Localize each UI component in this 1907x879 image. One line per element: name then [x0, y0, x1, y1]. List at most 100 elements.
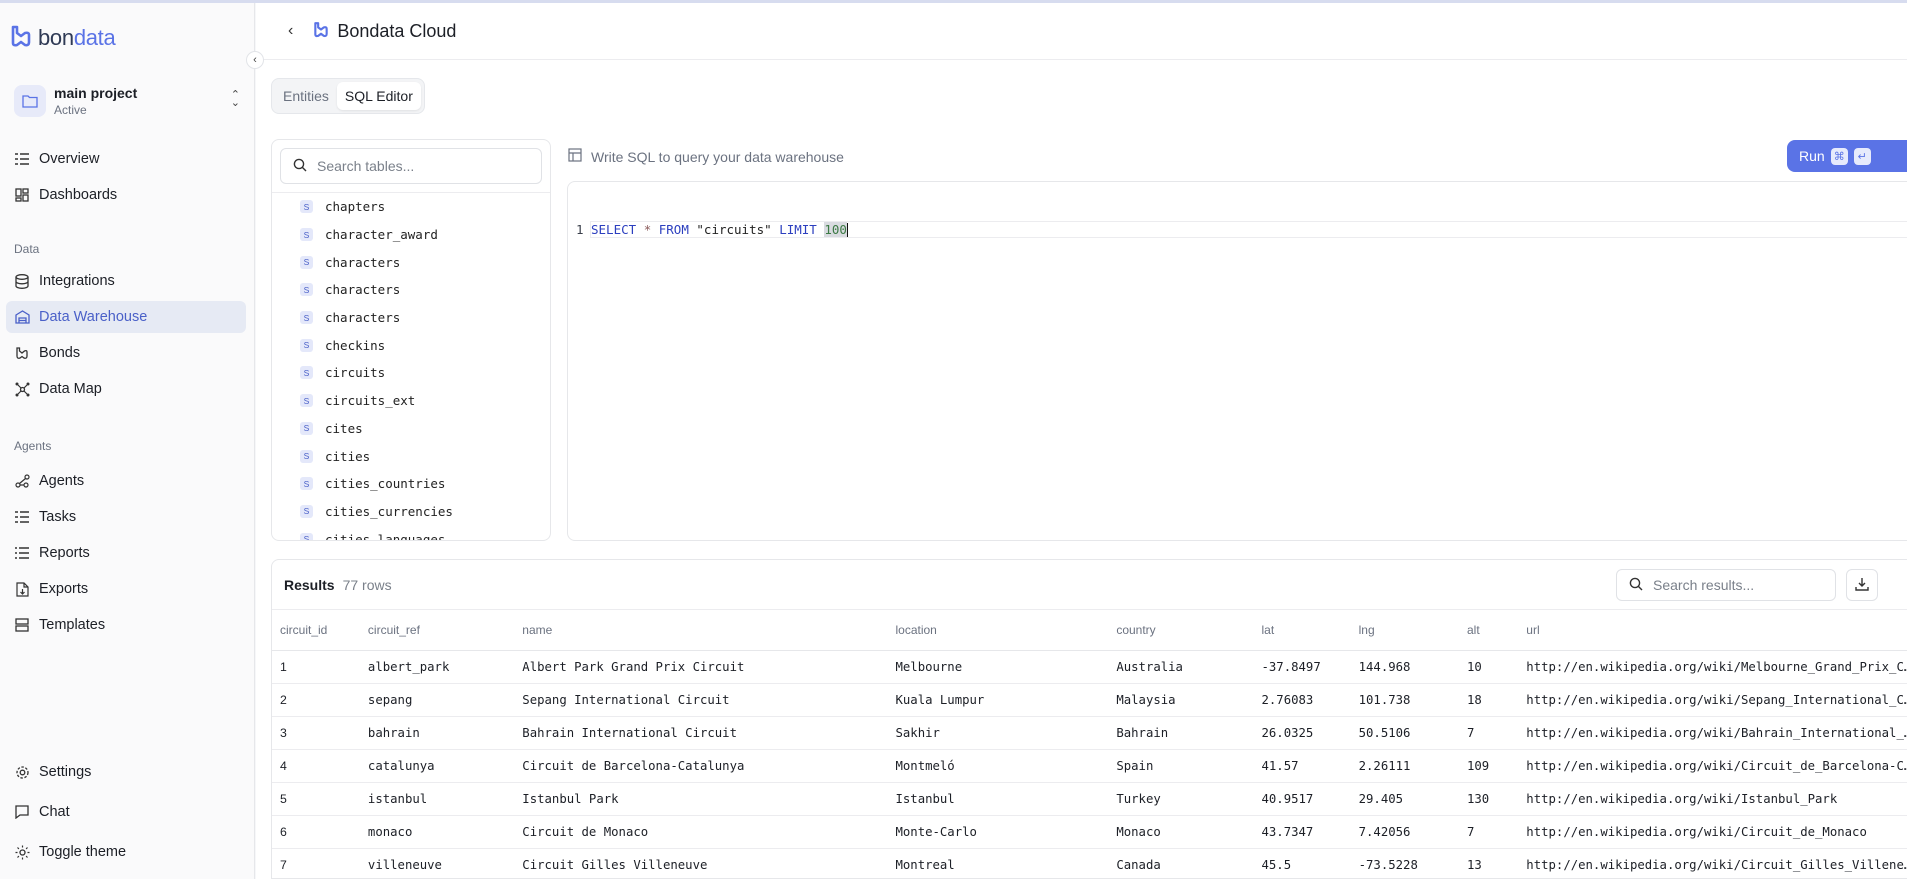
sidebar-item-bonds[interactable]: Bonds: [6, 337, 246, 369]
sql-number: 100: [824, 222, 847, 237]
sidebar-item-reports[interactable]: Reports: [6, 537, 246, 569]
table-list-item[interactable]: Scharacters: [272, 304, 550, 332]
tables-panel: SchaptersScharacter_awardScharactersScha…: [271, 139, 551, 541]
table-list-item[interactable]: Scircuits_ext: [272, 387, 550, 415]
sidebar-item-data-warehouse[interactable]: Data Warehouse: [6, 301, 246, 333]
project-name: main project: [54, 85, 138, 101]
sidebar-item-overview[interactable]: Overview: [6, 143, 246, 175]
page-title: Bondata Cloud: [337, 20, 457, 41]
table-list-item[interactable]: Scities_countries: [272, 470, 550, 498]
project-switcher[interactable]: main project Active ⌃ ⌄: [8, 77, 246, 125]
sidebar-item-settings[interactable]: Settings: [6, 756, 246, 788]
table-cell: 1: [272, 650, 360, 684]
database-icon: [14, 273, 30, 289]
sql-operator: *: [643, 222, 652, 237]
sidebar-item-label: Integrations: [39, 273, 115, 289]
table-cell: http://en.wikipedia.org/wiki/Circuit_de_…: [1518, 815, 1907, 849]
table-cell: http://en.wikipedia.org/wiki/Circuit_Gil…: [1518, 848, 1907, 878]
table-list: Schapters Scharacter_award Scharacters Scha…: [272, 192, 550, 540]
table-list-item[interactable]: Schapters: [272, 193, 550, 221]
reports-icon: [14, 545, 30, 561]
table-cell: http://en.wikipedia.org/wiki/Bahrain_Int…: [1518, 716, 1907, 750]
table-row[interactable]: 5 istanbul Istanbul Park Istanbul Turkey 40.9…: [272, 782, 1907, 816]
table-cell: albert_park: [359, 650, 515, 684]
column-header[interactable]: name: [514, 610, 888, 651]
column-header[interactable]: lng: [1350, 610, 1459, 651]
code-line[interactable]: 1 SELECT * FROM "circuits" LIMIT 100: [576, 221, 1907, 238]
column-header[interactable]: alt: [1459, 610, 1519, 651]
column-header[interactable]: circuit_id: [272, 610, 360, 651]
schema-badge-icon: S: [300, 255, 313, 269]
table-name: characters: [325, 282, 401, 298]
sidebar-item-data-map[interactable]: Data Map: [6, 373, 246, 405]
table-cell: Bahrain International Circuit: [514, 716, 888, 750]
results-search-input[interactable]: [1653, 577, 1823, 593]
tasks-icon: [14, 509, 30, 525]
column-header[interactable]: location: [887, 610, 1109, 651]
agents-icon: [14, 473, 30, 489]
sidebar-item-integrations[interactable]: Integrations: [6, 265, 246, 297]
table-name: circuits: [325, 365, 386, 381]
run-button[interactable]: Run ⌘ ↵: [1787, 140, 1907, 172]
table-cell: Sakhir: [887, 716, 1109, 750]
download-icon: [1855, 577, 1869, 594]
table-cell: Canada: [1108, 848, 1254, 878]
table-row[interactable]: 3 bahrain Bahrain International Circuit Sak…: [272, 716, 1907, 750]
column-header[interactable]: lat: [1253, 610, 1351, 651]
column-header[interactable]: country: [1108, 610, 1254, 651]
schema-badge-icon: S: [300, 449, 313, 463]
sidebar-item-label: Bonds: [39, 345, 81, 361]
table-row[interactable]: 7 villeneuve Circuit Gilles Villeneuve Mont…: [272, 848, 1907, 878]
table-cell: Sepang International Circuit: [514, 683, 888, 717]
sidebar-item-dashboards[interactable]: Dashboards: [6, 179, 246, 211]
sun-icon: [14, 844, 30, 860]
column-header[interactable]: url: [1518, 610, 1907, 651]
table-list-item[interactable]: Scharacters: [272, 248, 550, 276]
schema-badge-icon: S: [300, 228, 313, 242]
table-list-item[interactable]: Scircuits: [272, 359, 550, 387]
view-tabs: Entities SQL Editor: [271, 78, 425, 114]
table-row[interactable]: 6 monaco Circuit de Monaco Monte-Carlo Monac…: [272, 815, 1907, 849]
table-cell: Circuit de Monaco: [514, 815, 888, 849]
table-list-item[interactable]: Scharacter_award: [272, 221, 550, 249]
column-header[interactable]: circuit_ref: [359, 610, 515, 651]
tab-sql-editor[interactable]: SQL Editor: [336, 82, 421, 110]
network-icon: [14, 381, 30, 397]
table-list-item[interactable]: Scities_currencies: [272, 498, 550, 526]
table-cell: Melbourne: [887, 650, 1109, 684]
table-cell: 7: [1459, 716, 1519, 750]
command-key-icon: ⌘: [1830, 147, 1848, 165]
table-list-item[interactable]: Scities: [272, 442, 550, 470]
sidebar-item-agents[interactable]: Agents: [6, 465, 246, 497]
table-cell: Monaco: [1108, 815, 1254, 849]
editor-hint: Write SQL to query your data warehouse: [568, 148, 844, 165]
sidebar-item-exports[interactable]: Exports: [6, 573, 246, 605]
table-cell: 2: [272, 683, 360, 717]
table-row[interactable]: 2 sepang Sepang International Circuit Kuala…: [272, 683, 1907, 717]
table-row[interactable]: 1 albert_park Albert Park Grand Prix Circu…: [272, 650, 1907, 684]
table-cell: 2.76083: [1253, 683, 1351, 717]
collapse-sidebar-button[interactable]: ‹: [246, 51, 264, 69]
sidebar-item-tasks[interactable]: Tasks: [6, 501, 246, 533]
table-cell: 26.0325: [1253, 716, 1351, 750]
list-icon: [14, 151, 30, 167]
sidebar-item-toggle-theme[interactable]: Toggle theme: [6, 836, 246, 868]
sidebar-item-chat[interactable]: Chat: [6, 796, 246, 828]
logo[interactable]: bondata: [10, 24, 116, 51]
back-button[interactable]: ‹: [288, 22, 293, 40]
sql-editor[interactable]: 1 SELECT * FROM "circuits" LIMIT 100: [567, 181, 1907, 541]
table-row[interactable]: 4 catalunya Circuit de Barcelona-Catalunya…: [272, 749, 1907, 783]
table-cell: 7: [272, 848, 360, 878]
sidebar-item-label: Agents: [39, 473, 85, 489]
table-name: cites: [325, 420, 363, 436]
schema-badge-icon: S: [300, 338, 313, 352]
table-list-item[interactable]: Scities_languages: [272, 525, 550, 540]
table-list-item[interactable]: Scites: [272, 415, 550, 443]
table-cell: Montreal: [887, 848, 1109, 878]
tables-search-input[interactable]: [317, 158, 517, 174]
download-button[interactable]: [1846, 569, 1878, 601]
tab-entities[interactable]: Entities: [275, 82, 337, 110]
table-list-item[interactable]: Scheckins: [272, 331, 550, 359]
sidebar-item-templates[interactable]: Templates: [6, 609, 246, 641]
table-list-item[interactable]: Scharacters: [272, 276, 550, 304]
